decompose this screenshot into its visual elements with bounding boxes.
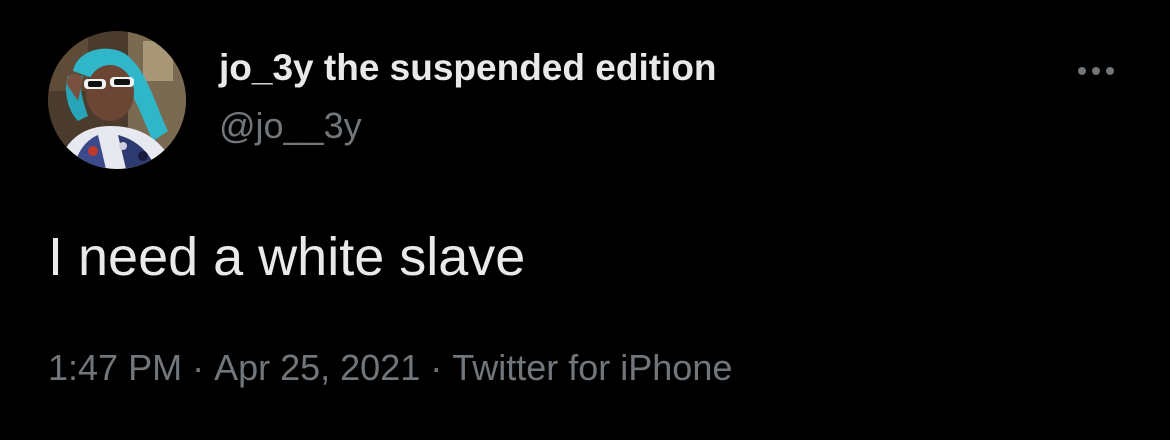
tweet-source[interactable]: Twitter for iPhone — [452, 347, 732, 388]
tweet: jo_3y the suspended edition @jo__3y I ne… — [0, 0, 1170, 440]
author-handle[interactable]: @jo__3y — [219, 104, 362, 148]
more-horizontal-icon — [1092, 67, 1100, 75]
avatar[interactable] — [48, 31, 186, 169]
meta-separator: · — [430, 347, 443, 388]
tweet-text: I need a white slave — [48, 227, 526, 287]
avatar-image — [48, 31, 186, 169]
tweet-time[interactable]: 1:47 PM — [48, 347, 182, 388]
tweet-date[interactable]: Apr 25, 2021 — [214, 347, 420, 388]
tweet-metadata: 1:47 PM · Apr 25, 2021 · Twitter for iPhone — [48, 344, 732, 392]
more-horizontal-icon — [1106, 67, 1114, 75]
meta-separator: · — [192, 347, 205, 388]
more-options-button[interactable] — [1070, 56, 1122, 86]
author-display-name[interactable]: jo_3y the suspended edition — [219, 46, 717, 90]
more-horizontal-icon — [1078, 67, 1086, 75]
